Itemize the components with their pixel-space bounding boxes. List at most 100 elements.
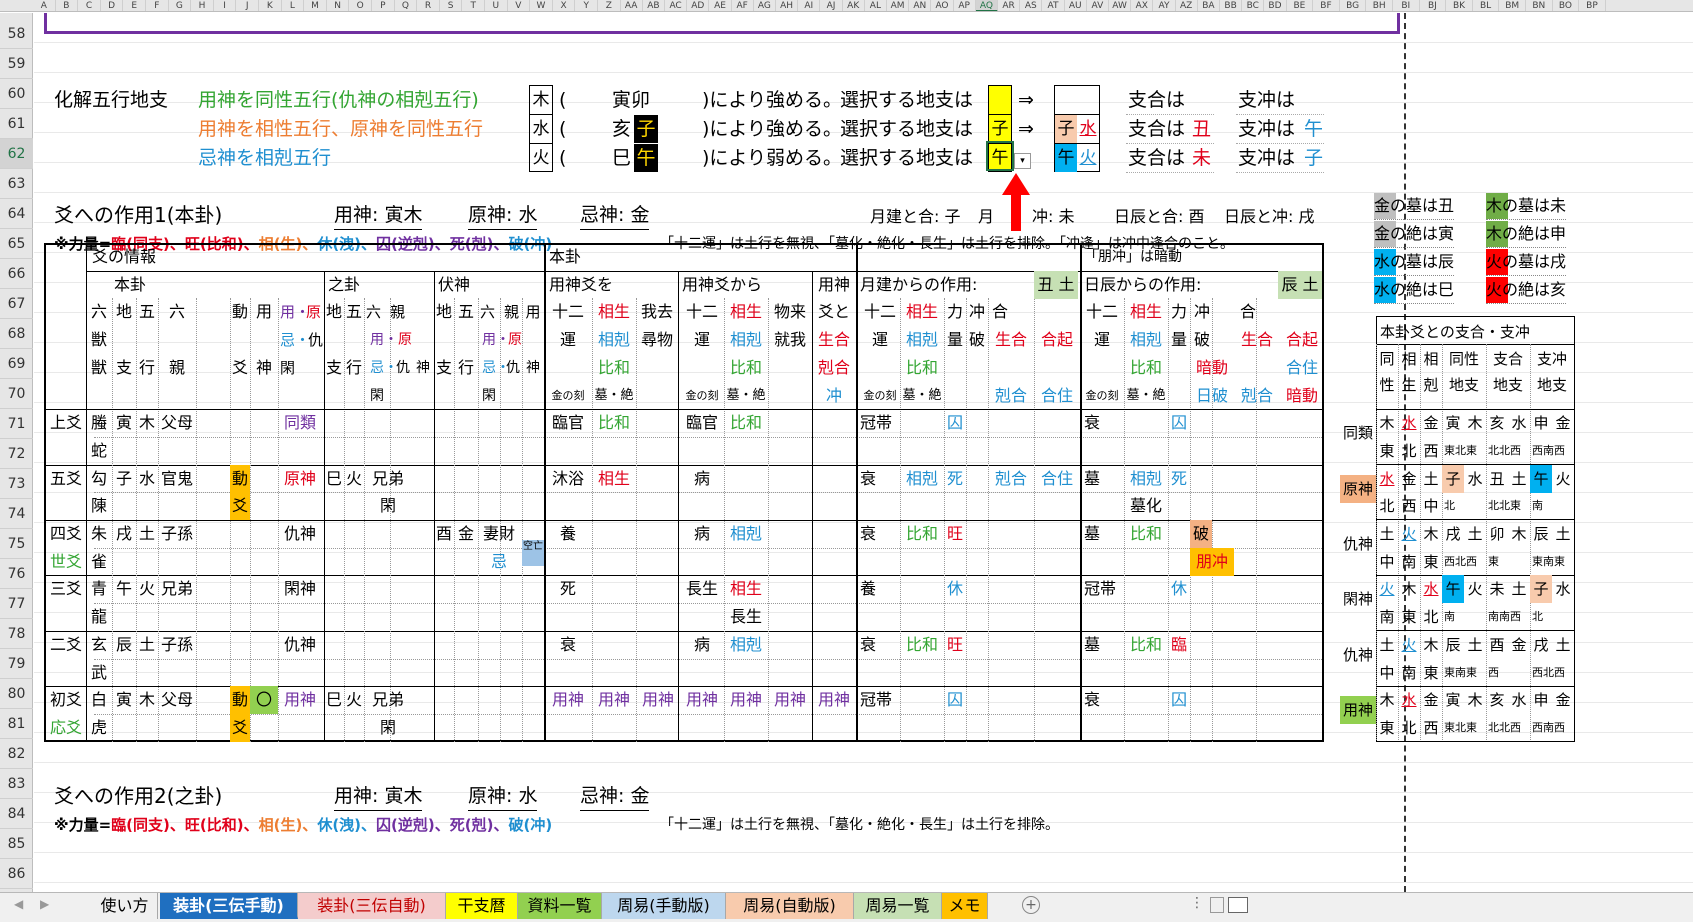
sheet-tab[interactable]: メモ — [942, 893, 988, 919]
col-header[interactable]: BD — [1264, 0, 1287, 11]
col-header[interactable]: BM — [1499, 0, 1526, 11]
col-header[interactable]: O — [349, 0, 372, 11]
col-header[interactable]: AA — [621, 0, 643, 11]
row-header[interactable]: 63 — [0, 169, 33, 199]
col-header[interactable]: AM — [887, 0, 910, 11]
col-header[interactable]: AB — [643, 0, 665, 11]
col-header[interactable]: Z — [598, 0, 621, 11]
sheet-tab[interactable]: 周易一覧 — [854, 893, 942, 919]
row-header[interactable]: 82 — [0, 739, 33, 769]
row-header[interactable]: 78 — [0, 619, 33, 649]
row-header[interactable]: 79 — [0, 649, 33, 679]
col-header[interactable]: AE — [709, 0, 732, 11]
col-header[interactable]: I — [214, 0, 237, 11]
column-header-bar[interactable]: A B C D E F G H I J K L M N O P Q R S T U V W X Y Z AA AB AC AD AE AF AG… — [0, 0, 1693, 12]
col-header[interactable]: V — [508, 0, 531, 11]
col-header[interactable]: F — [146, 0, 169, 11]
sheet-tab[interactable]: 資料一覧 — [518, 893, 602, 919]
col-header[interactable]: AX — [1131, 0, 1154, 11]
col-header[interactable]: BO — [1553, 0, 1580, 11]
scroll-left-icon[interactable]: ◀ — [14, 897, 23, 911]
sheet-tab[interactable]: 周易(手動版) — [602, 893, 726, 919]
r62-select-cell[interactable]: 午 — [988, 144, 1012, 172]
col-header[interactable]: C — [78, 0, 101, 11]
r61-select-cell[interactable]: 子 — [988, 115, 1012, 143]
row-header[interactable]: 67 — [0, 289, 33, 319]
col-header[interactable]: AG — [754, 0, 776, 11]
col-header[interactable]: AF — [732, 0, 754, 11]
row-header[interactable]: 80 — [0, 679, 33, 709]
dropdown-arrow-icon[interactable]: ▾ — [1014, 153, 1031, 169]
col-header[interactable]: AP — [954, 0, 976, 11]
row-header[interactable]: 86 — [0, 859, 33, 889]
row-header[interactable]: 65 — [0, 229, 33, 259]
row-header[interactable]: 76 — [0, 559, 33, 589]
col-header[interactable]: AK — [843, 0, 865, 11]
col-header[interactable]: BN — [1526, 0, 1553, 11]
col-header[interactable]: BA — [1198, 0, 1220, 11]
tab-split-icon[interactable]: ⋮ — [1190, 895, 1204, 911]
col-header[interactable]: W — [530, 0, 553, 11]
sheet-tab[interactable]: 周易(自動版) — [726, 893, 854, 919]
col-header[interactable]: AN — [909, 0, 932, 11]
row-header[interactable]: 71 — [0, 409, 33, 439]
col-header[interactable]: P — [372, 0, 395, 11]
col-header[interactable]: BP — [1579, 0, 1606, 11]
col-header[interactable]: S — [440, 0, 463, 11]
col-header[interactable]: BF — [1313, 0, 1340, 11]
col-header[interactable]: AW — [1109, 0, 1132, 11]
sheet-tab[interactable]: 装卦(三伝自動) — [298, 893, 446, 919]
col-header[interactable]: A — [33, 0, 56, 11]
add-sheet-button[interactable]: + — [1022, 896, 1040, 914]
sheet-tab[interactable]: 装卦(三伝手動) — [160, 893, 298, 919]
col-header[interactable]: AS — [1020, 0, 1043, 11]
col-header[interactable]: E — [123, 0, 146, 11]
col-header[interactable]: Q — [395, 0, 418, 11]
col-header[interactable]: BE — [1287, 0, 1314, 11]
col-header[interactable]: AL — [865, 0, 887, 11]
col-header[interactable]: AR — [998, 0, 1021, 11]
col-header[interactable]: BG — [1340, 0, 1367, 11]
col-header[interactable]: BC — [1242, 0, 1265, 11]
row-header[interactable]: 62 — [0, 139, 33, 169]
col-header[interactable]: AI — [798, 0, 821, 11]
col-header[interactable]: AV — [1087, 0, 1109, 11]
hscroll-thumb[interactable] — [1228, 897, 1248, 913]
worksheet-grid[interactable]: 化解五行地支 用神を同性五行(仇神の相剋五行) 用神を相性五行、原神を同性五行 … — [34, 13, 1693, 892]
row-header[interactable]: 58 — [0, 19, 33, 49]
col-header[interactable]: B — [56, 0, 79, 11]
scroll-right-icon[interactable]: ▶ — [40, 897, 49, 911]
col-header[interactable]: D — [101, 0, 124, 11]
col-header[interactable]: AH — [776, 0, 799, 11]
col-header[interactable]: AQ — [975, 0, 998, 11]
col-header[interactable]: AY — [1153, 0, 1176, 11]
col-header[interactable]: BH — [1366, 0, 1393, 11]
col-header[interactable]: Y — [575, 0, 598, 11]
row-header[interactable]: 68 — [0, 319, 33, 349]
row-header[interactable]: 70 — [0, 379, 33, 409]
row-header[interactable]: 77 — [0, 589, 33, 619]
col-header[interactable]: BL — [1473, 0, 1500, 11]
col-header[interactable]: AJ — [820, 0, 843, 11]
col-header[interactable]: M — [304, 0, 327, 11]
col-header[interactable]: T — [462, 0, 485, 11]
col-header[interactable]: AD — [687, 0, 710, 11]
col-header[interactable]: U — [485, 0, 508, 11]
col-header[interactable]: BJ — [1420, 0, 1447, 11]
col-header[interactable]: X — [553, 0, 576, 11]
col-header[interactable]: BB — [1220, 0, 1243, 11]
row-header[interactable]: 72 — [0, 439, 33, 469]
col-header[interactable]: AC — [665, 0, 688, 11]
col-header[interactable]: R — [417, 0, 440, 11]
row-header[interactable]: 83 — [0, 769, 33, 799]
row-header[interactable]: 61 — [0, 109, 33, 139]
row-header[interactable]: 74 — [0, 499, 33, 529]
row-header[interactable]: 81 — [0, 709, 33, 739]
row-header[interactable]: 69 — [0, 349, 33, 379]
col-header[interactable]: AU — [1065, 0, 1087, 11]
row-header[interactable]: 84 — [0, 799, 33, 829]
col-header[interactable]: AO — [931, 0, 954, 11]
col-header[interactable]: N — [327, 0, 350, 11]
sheet-tab[interactable]: 使い方 — [92, 893, 158, 919]
row-header[interactable]: 66 — [0, 259, 33, 289]
